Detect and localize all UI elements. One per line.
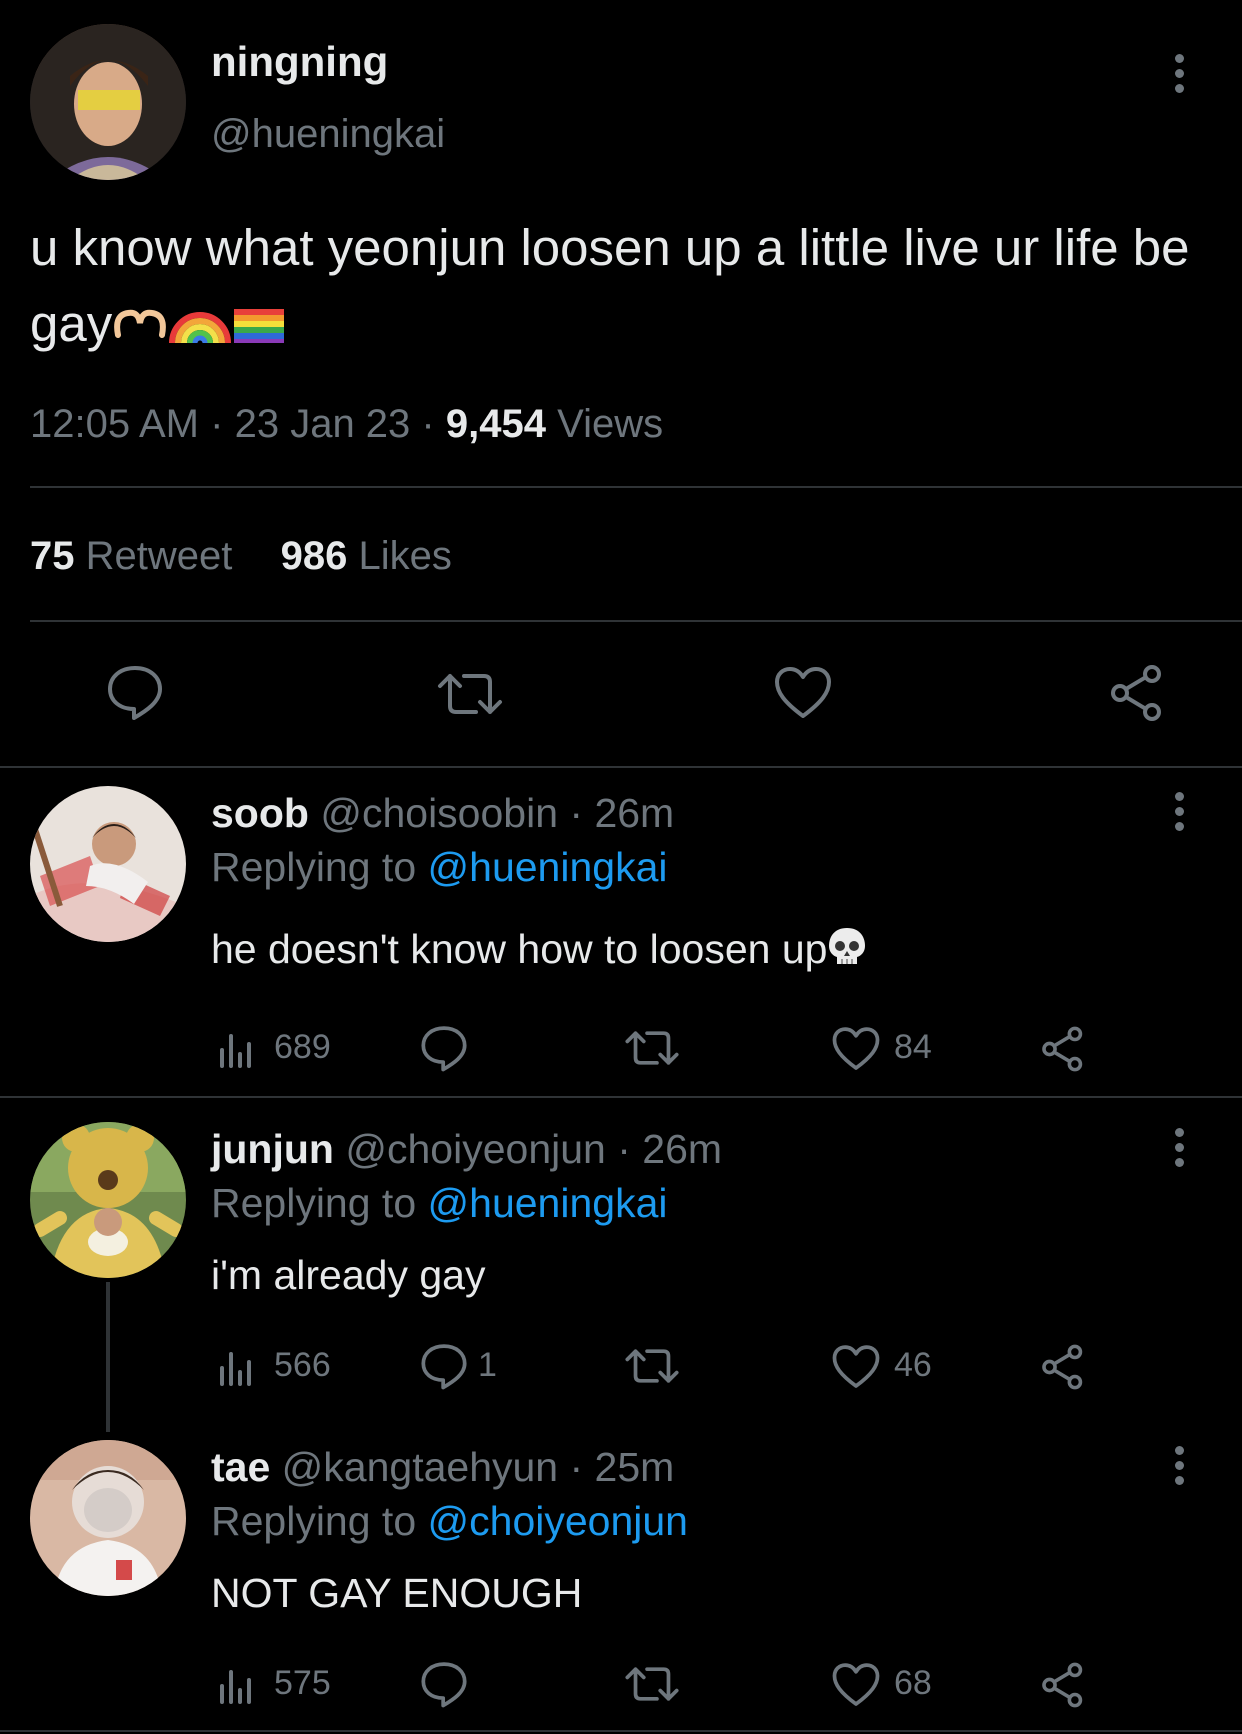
reply-handle[interactable]: @kangtaehyun xyxy=(282,1444,558,1490)
divider xyxy=(0,1730,1242,1732)
replying-to-handle[interactable]: @choiyeonjun xyxy=(428,1498,688,1544)
retweet-icon[interactable] xyxy=(436,670,504,718)
replying-to-handle[interactable]: @hueningkai xyxy=(428,1180,668,1226)
reply-display-name[interactable]: junjun xyxy=(211,1126,334,1172)
replying-label: Replying to xyxy=(211,1498,417,1544)
reply-display-name[interactable]: soob xyxy=(211,790,309,836)
reply-text: NOT GAY ENOUGH xyxy=(211,1570,583,1616)
reply-display-name[interactable]: tae xyxy=(211,1444,270,1490)
divider xyxy=(30,620,1242,622)
avatar[interactable] xyxy=(30,786,186,942)
share-icon[interactable] xyxy=(1040,1662,1086,1708)
retweets-stat[interactable]: 75 Retweet xyxy=(30,534,232,578)
reply-header: soob @choisoobin · 26m xyxy=(211,790,674,837)
like-icon[interactable] xyxy=(832,1344,880,1390)
reply-icon[interactable] xyxy=(420,1024,468,1072)
tweet-handle[interactable]: @hueningkai xyxy=(211,112,445,157)
reply-icon[interactable] xyxy=(420,1660,468,1708)
divider xyxy=(0,1096,1242,1098)
replying-label: Replying to xyxy=(211,1180,417,1226)
reply-text: he doesn't know how to loosen up xyxy=(211,926,867,978)
likes-count: 986 xyxy=(280,534,348,578)
share-icon[interactable] xyxy=(1040,1026,1086,1072)
reply-icon[interactable] xyxy=(106,664,164,720)
retweets-label: Retweet xyxy=(85,534,233,578)
retweets-count: 75 xyxy=(30,534,75,578)
reply-text: i'm already gay xyxy=(211,1252,486,1298)
more-options-icon[interactable] xyxy=(1171,1446,1187,1490)
replying-to: Replying to @choiyeonjun xyxy=(211,1498,688,1545)
comments-count: 1 xyxy=(478,1346,497,1384)
reply-time[interactable]: · 26m xyxy=(569,790,674,836)
hand-heart-icon xyxy=(112,290,168,366)
avatar[interactable] xyxy=(30,24,186,180)
likes-count: 68 xyxy=(894,1664,932,1702)
separator: · xyxy=(210,402,224,446)
reply-text-content: he doesn't know how to loosen up xyxy=(211,926,828,972)
views-count: 566 xyxy=(274,1346,331,1384)
views-icon[interactable] xyxy=(218,1664,258,1704)
thread-line xyxy=(106,1282,110,1432)
more-options-icon[interactable] xyxy=(1171,54,1187,98)
engagement-stats: 75 Retweet 986 Likes xyxy=(30,534,452,579)
rainbow-flag-icon xyxy=(232,290,286,366)
views-count: 689 xyxy=(274,1028,331,1066)
replying-label: Replying to xyxy=(211,844,417,890)
tweet-text: u know what yeonjun loosen up a little l… xyxy=(30,210,1230,366)
replying-to: Replying to @hueningkai xyxy=(211,844,668,891)
tweet-date[interactable]: 23 Jan 23 xyxy=(235,402,411,446)
divider xyxy=(0,766,1242,768)
likes-count: 84 xyxy=(894,1028,932,1066)
views-count: 575 xyxy=(274,1664,331,1702)
retweet-icon[interactable] xyxy=(624,1028,680,1068)
avatar[interactable] xyxy=(30,1122,186,1278)
reply-time[interactable]: · 26m xyxy=(617,1126,722,1172)
views-count: 9,454 xyxy=(445,402,546,446)
likes-count: 46 xyxy=(894,1346,932,1384)
separator: · xyxy=(421,402,435,446)
share-icon[interactable] xyxy=(1108,664,1166,722)
like-icon[interactable] xyxy=(832,1662,880,1708)
reply-header: tae @kangtaehyun · 25m xyxy=(211,1444,674,1491)
reply-icon[interactable] xyxy=(420,1342,468,1390)
reply-handle[interactable]: @choiyeonjun xyxy=(345,1126,605,1172)
tweet-meta: 12:05 AM · 23 Jan 23 · 9,454 Views xyxy=(30,402,663,447)
reply-handle[interactable]: @choisoobin xyxy=(320,790,558,836)
more-options-icon[interactable] xyxy=(1171,1128,1187,1172)
retweet-icon[interactable] xyxy=(624,1664,680,1704)
views-label: Views xyxy=(557,402,664,446)
share-icon[interactable] xyxy=(1040,1344,1086,1390)
tweet-time[interactable]: 12:05 AM xyxy=(30,402,199,446)
divider xyxy=(30,486,1242,488)
rainbow-icon xyxy=(168,290,232,366)
replying-to-handle[interactable]: @hueningkai xyxy=(428,844,668,890)
avatar[interactable] xyxy=(30,1440,186,1596)
likes-stat[interactable]: 986 Likes xyxy=(281,534,452,578)
replying-to: Replying to @hueningkai xyxy=(211,1180,668,1227)
views-icon[interactable] xyxy=(218,1028,258,1068)
like-icon[interactable] xyxy=(774,666,832,720)
like-icon[interactable] xyxy=(832,1026,880,1072)
reply-header: junjun @choiyeonjun · 26m xyxy=(211,1126,722,1173)
more-options-icon[interactable] xyxy=(1171,792,1187,836)
likes-label: Likes xyxy=(358,534,452,578)
skull-icon xyxy=(827,926,867,978)
reply-time[interactable]: · 25m xyxy=(570,1444,675,1490)
retweet-icon[interactable] xyxy=(624,1346,680,1386)
tweet-display-name[interactable]: ningning xyxy=(211,38,388,86)
views-icon[interactable] xyxy=(218,1346,258,1386)
